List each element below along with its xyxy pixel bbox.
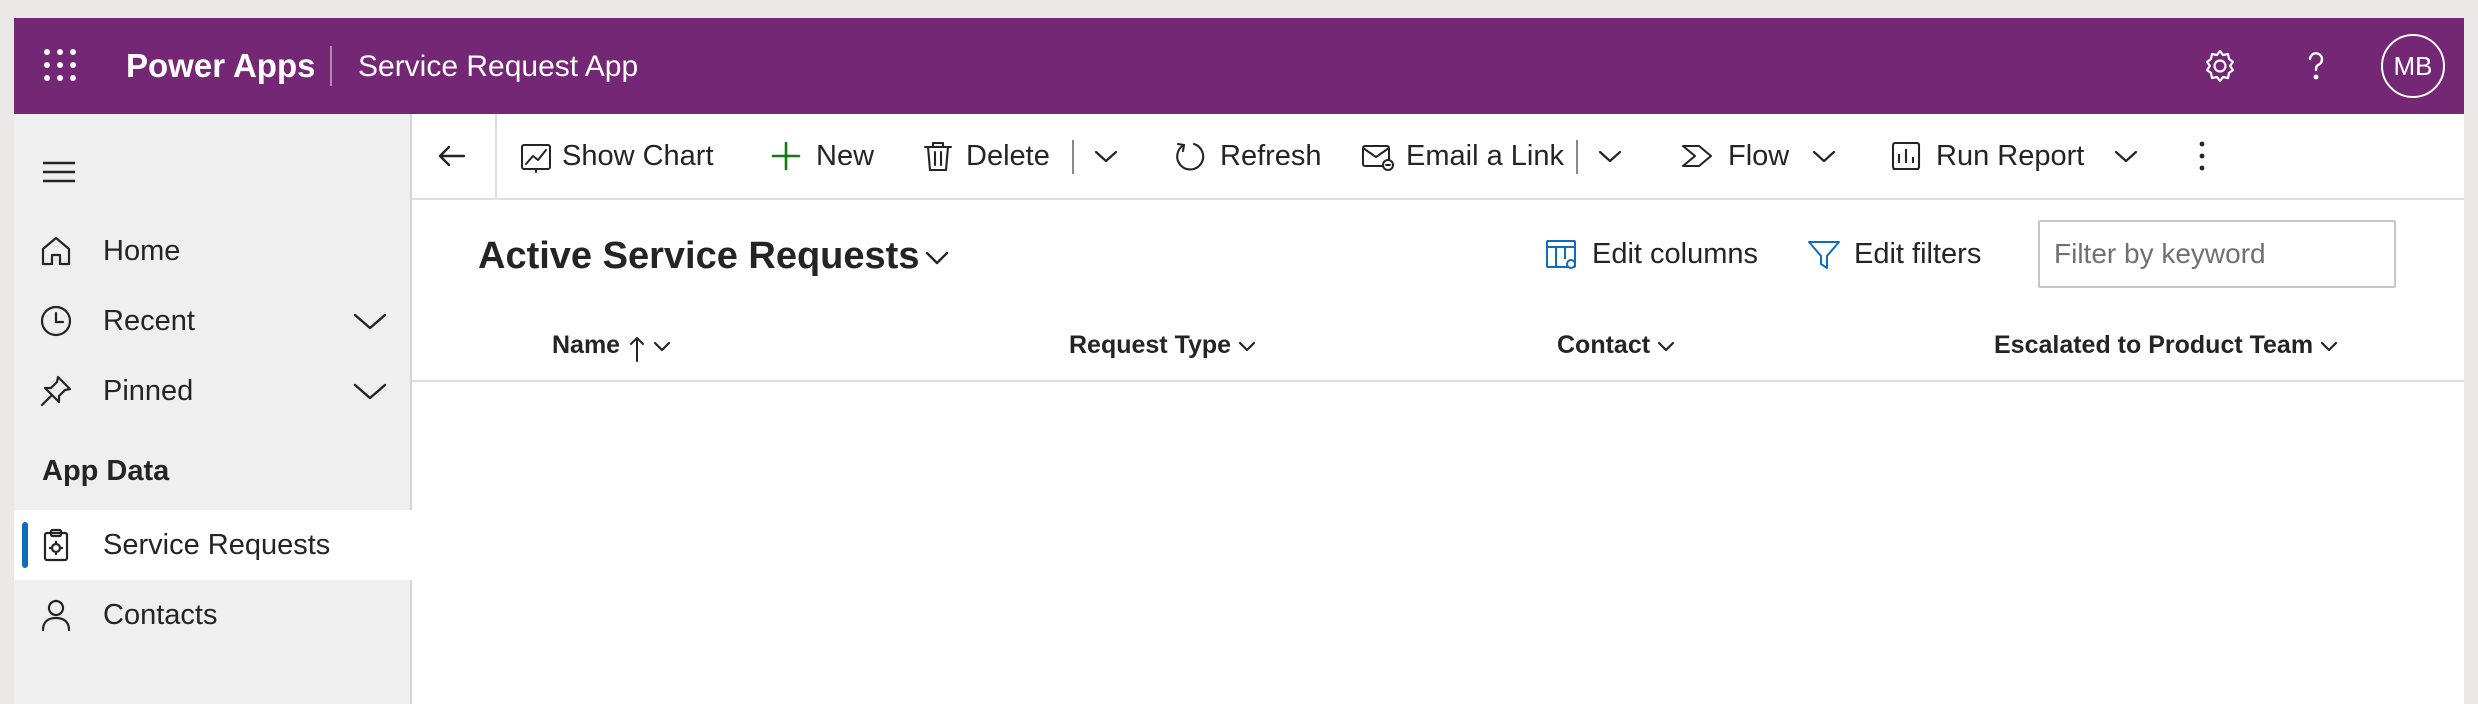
- app-title[interactable]: Service Request App: [358, 47, 638, 87]
- view-selector-chevron-icon[interactable]: [922, 246, 952, 270]
- column-header-label: Name: [552, 331, 621, 359]
- back-button[interactable]: [422, 114, 482, 200]
- show-chart-label: Show Chart: [562, 140, 714, 172]
- refresh-icon: [1172, 138, 1208, 174]
- chevron-down-icon: [2319, 339, 2339, 353]
- help-icon[interactable]: [2296, 46, 2336, 86]
- filter-keyword-input[interactable]: [2038, 220, 2396, 288]
- command-bar-divider: [495, 114, 497, 200]
- sidebar: Home Recent Pinned App Data Service Requ…: [14, 114, 412, 704]
- sidebar-item-home[interactable]: Home: [14, 216, 412, 286]
- run-report-button[interactable]: Run Report: [1888, 114, 2158, 200]
- new-label: New: [816, 140, 875, 172]
- grid-body: [412, 384, 2464, 704]
- user-avatar[interactable]: MB: [2381, 34, 2445, 98]
- delete-more-chevron-icon[interactable]: [1090, 144, 1122, 168]
- selected-indicator: [22, 522, 28, 568]
- mail-link-icon: [1360, 138, 1396, 174]
- chevron-down-icon[interactable]: [350, 378, 390, 404]
- delete-button[interactable]: Delete: [920, 114, 1070, 200]
- sidebar-item-contacts[interactable]: Contacts: [14, 580, 412, 650]
- trash-icon: [920, 138, 956, 174]
- edit-filters-button[interactable]: Edit filters: [1806, 230, 2006, 280]
- column-header-contact[interactable]: Contact: [1557, 326, 1676, 364]
- chevron-down-icon[interactable]: [350, 308, 390, 334]
- email-more-chevron-icon[interactable]: [1594, 144, 1626, 168]
- split-divider: [1576, 140, 1578, 174]
- hamburger-menu-icon[interactable]: [39, 158, 79, 186]
- sidebar-item-pinned[interactable]: Pinned: [14, 356, 412, 426]
- delete-label: Delete: [966, 140, 1050, 172]
- split-divider: [1072, 140, 1074, 174]
- plus-icon: [768, 138, 804, 174]
- sidebar-item-label: Service Requests: [103, 529, 331, 561]
- sidebar-item-label: Recent: [103, 305, 195, 337]
- header-divider: [330, 46, 332, 86]
- grid-header: Name Request Type Contact Escalated to P…: [412, 308, 2464, 382]
- chevron-down-icon: [2110, 144, 2142, 168]
- chevron-down-icon: [1808, 144, 1840, 168]
- sidebar-item-label: Home: [103, 235, 181, 267]
- show-chart-button[interactable]: Show Chart: [512, 114, 714, 200]
- pin-icon: [38, 373, 74, 409]
- edit-filters-label: Edit filters: [1854, 238, 1982, 270]
- column-header-label: Contact: [1557, 331, 1651, 359]
- more-vertical-icon: [2184, 138, 2220, 174]
- more-commands-button[interactable]: [2182, 114, 2222, 200]
- chart-icon: [518, 138, 554, 174]
- refresh-label: Refresh: [1220, 140, 1322, 172]
- column-header-label: Request Type: [1069, 331, 1232, 359]
- clock-icon: [38, 303, 74, 339]
- chevron-down-icon: [1237, 339, 1257, 353]
- waffle-icon[interactable]: [43, 48, 77, 82]
- report-icon: [1888, 138, 1924, 174]
- email-link-button[interactable]: Email a Link: [1360, 114, 1570, 200]
- chevron-down-icon: [652, 339, 672, 353]
- app-frame: Power Apps Service Request App MB Home R…: [14, 18, 2464, 704]
- sort-ascending-icon: [628, 335, 646, 363]
- filter-icon: [1806, 237, 1842, 273]
- home-icon: [38, 233, 74, 269]
- edit-columns-button[interactable]: Edit columns: [1544, 230, 1774, 280]
- new-button[interactable]: New: [768, 114, 888, 200]
- column-header-label: Escalated to Product Team: [1994, 331, 2314, 359]
- person-icon: [38, 597, 74, 633]
- settings-icon[interactable]: [2200, 46, 2240, 86]
- column-header-escalated[interactable]: Escalated to Product Team: [1994, 326, 2339, 364]
- app-name[interactable]: Power Apps: [126, 46, 315, 86]
- view-title[interactable]: Active Service Requests: [478, 232, 919, 280]
- column-header-request-type[interactable]: Request Type: [1069, 326, 1257, 364]
- sidebar-item-recent[interactable]: Recent: [14, 286, 412, 356]
- edit-columns-icon: [1544, 237, 1580, 273]
- edit-columns-label: Edit columns: [1592, 238, 1759, 270]
- flow-label: Flow: [1728, 140, 1790, 172]
- clipboard-gear-icon: [38, 527, 74, 563]
- flow-button[interactable]: Flow: [1680, 114, 1850, 200]
- refresh-button[interactable]: Refresh: [1172, 114, 1322, 200]
- sidebar-item-label: Contacts: [103, 599, 218, 631]
- chevron-down-icon: [1656, 339, 1676, 353]
- back-arrow-icon: [434, 138, 470, 174]
- command-bar: Show Chart New Delete Refresh Email a Li…: [412, 114, 2464, 200]
- email-link-label: Email a Link: [1406, 140, 1564, 172]
- flow-icon: [1680, 138, 1716, 174]
- column-header-name[interactable]: Name: [552, 326, 672, 364]
- sidebar-item-service-requests[interactable]: Service Requests: [14, 510, 412, 580]
- sidebar-item-label: Pinned: [103, 375, 194, 407]
- sidebar-section-title: App Data: [42, 455, 170, 487]
- app-header: Power Apps Service Request App MB: [14, 18, 2464, 114]
- run-report-label: Run Report: [1936, 140, 2085, 172]
